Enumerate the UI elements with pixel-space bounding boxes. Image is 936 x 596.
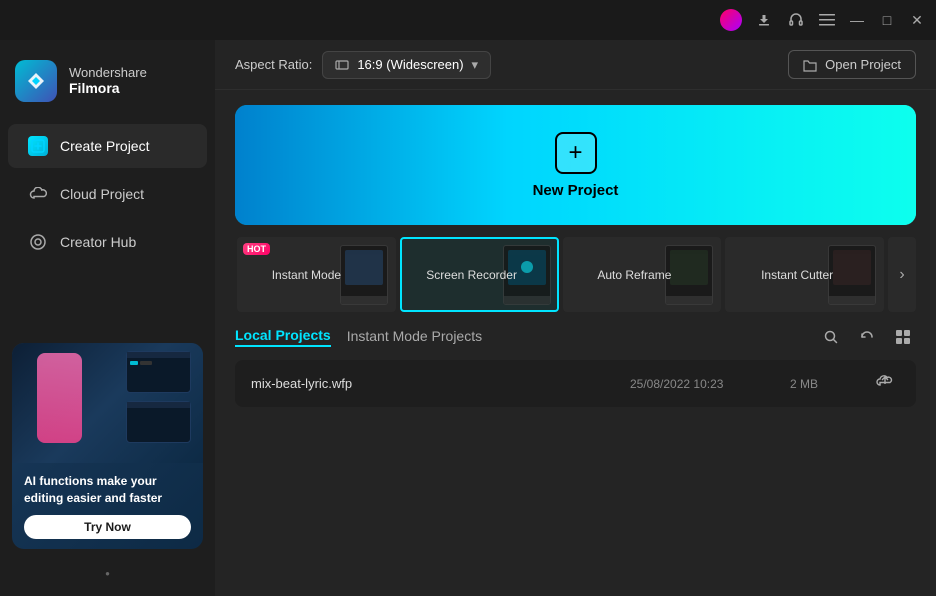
sidebar-dot: ● xyxy=(0,569,215,586)
tools-more-button[interactable]: › xyxy=(888,237,916,312)
aspect-dropdown-icon: ▾ xyxy=(472,57,479,73)
auto-reframe-label: Auto Reframe xyxy=(597,268,671,282)
sidebar-item-create-project[interactable]: Create Project xyxy=(8,124,207,168)
content-area: Aspect Ratio: 16:9 (Widescreen) ▾ Open P… xyxy=(215,40,936,596)
tool-card-instant-mode[interactable]: HOT Instant Mode xyxy=(237,237,396,312)
promo-try-now-button[interactable]: Try Now xyxy=(24,515,191,539)
sidebar: Wondershare Filmora Create Project Cloud… xyxy=(0,40,215,596)
title-bar: — □ ✕ xyxy=(0,0,936,40)
new-project-label: New Project xyxy=(533,182,619,199)
project-list: mix-beat-lyric.wfp 25/08/2022 10:23 2 MB xyxy=(235,360,916,407)
cloud-project-label: Cloud Project xyxy=(60,186,144,202)
aspect-ratio-select[interactable]: 16:9 (Widescreen) ▾ xyxy=(322,51,491,79)
promo-text-area: AI functions make your editing easier an… xyxy=(12,463,203,549)
hot-badge: HOT xyxy=(243,243,270,255)
projects-actions xyxy=(818,324,916,350)
creator-hub-label: Creator Hub xyxy=(60,234,136,250)
aspect-ratio-label: Aspect Ratio: xyxy=(235,57,312,72)
hamburger-btn[interactable] xyxy=(818,11,836,29)
grid-view-icon[interactable] xyxy=(890,324,916,350)
tool-card-instant-cutter[interactable]: Instant Cutter xyxy=(725,237,884,312)
creator-hub-icon xyxy=(28,232,48,252)
tab-local-projects[interactable]: Local Projects xyxy=(235,327,331,347)
project-size: 2 MB xyxy=(790,377,870,391)
tool-card-auto-reframe[interactable]: Auto Reframe xyxy=(563,237,722,312)
sidebar-item-cloud-project[interactable]: Cloud Project xyxy=(8,172,207,216)
cloud-icon xyxy=(28,184,48,204)
maximize-btn[interactable]: □ xyxy=(878,11,896,29)
profile-icon[interactable] xyxy=(720,9,742,31)
new-project-plus-icon: + xyxy=(555,132,597,174)
instant-mode-label: Instant Mode xyxy=(272,268,341,282)
promo-image xyxy=(12,343,203,463)
search-icon[interactable] xyxy=(818,324,844,350)
promo-card: AI functions make your editing easier an… xyxy=(12,343,203,549)
close-btn[interactable]: ✕ xyxy=(908,11,926,29)
screen-recorder-label: Screen Recorder xyxy=(426,268,517,282)
sidebar-item-creator-hub[interactable]: Creator Hub xyxy=(8,220,207,264)
upload-to-cloud-icon[interactable] xyxy=(876,372,894,395)
promo-headline: AI functions make your editing easier an… xyxy=(24,473,191,507)
new-project-banner[interactable]: + New Project xyxy=(235,105,916,225)
tool-card-screen-recorder[interactable]: Screen Recorder xyxy=(400,237,559,312)
aspect-ratio-area: Aspect Ratio: 16:9 (Widescreen) ▾ xyxy=(235,51,491,79)
instant-cutter-label: Instant Cutter xyxy=(761,268,833,282)
projects-tabs: Local Projects Instant Mode Projects xyxy=(235,327,482,347)
projects-section: Local Projects Instant Mode Projects xyxy=(215,312,936,596)
tab-instant-mode-projects[interactable]: Instant Mode Projects xyxy=(347,328,482,346)
table-row[interactable]: mix-beat-lyric.wfp 25/08/2022 10:23 2 MB xyxy=(235,360,916,407)
download-icon[interactable] xyxy=(754,10,774,30)
refresh-icon[interactable] xyxy=(854,324,880,350)
create-project-icon xyxy=(28,136,48,156)
project-upload-area xyxy=(870,372,900,395)
projects-header: Local Projects Instant Mode Projects xyxy=(235,324,916,350)
open-project-button[interactable]: Open Project xyxy=(788,50,916,79)
tools-row: HOT Instant Mode Screen Recorder xyxy=(235,237,916,312)
logo-text: Wondershare Filmora xyxy=(69,65,147,97)
aspect-ratio-value: 16:9 (Widescreen) xyxy=(357,57,463,72)
headset-icon[interactable] xyxy=(786,10,806,30)
project-date: 25/08/2022 10:23 xyxy=(630,377,790,391)
logo-area: Wondershare Filmora xyxy=(0,50,215,122)
create-project-label: Create Project xyxy=(60,138,149,154)
minimize-btn[interactable]: — xyxy=(848,11,866,29)
project-name: mix-beat-lyric.wfp xyxy=(251,376,630,391)
instant-mode-img xyxy=(334,239,394,310)
top-bar: Aspect Ratio: 16:9 (Widescreen) ▾ Open P… xyxy=(215,40,936,90)
app-logo xyxy=(15,60,57,102)
